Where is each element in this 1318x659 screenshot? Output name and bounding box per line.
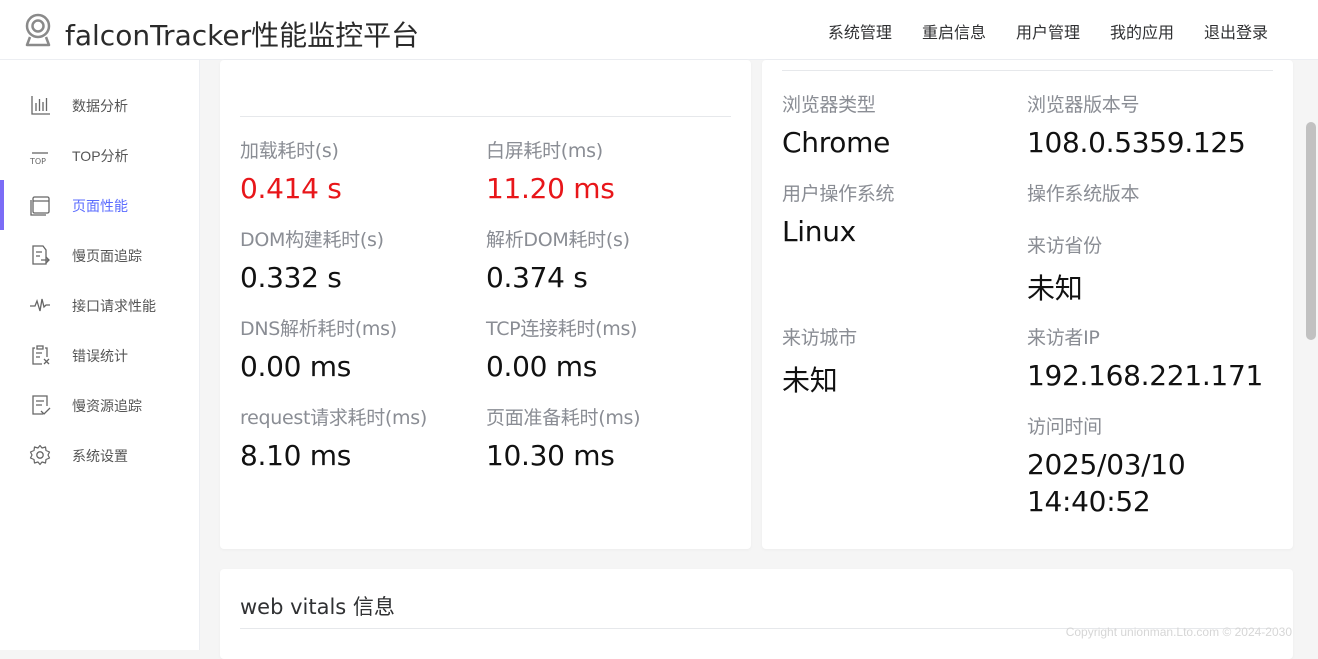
web-vitals-title: web vitals 信息 <box>240 595 395 619</box>
info-value-city: 未知 <box>782 364 838 397</box>
info-label-city: 来访城市 <box>782 327 857 349</box>
info-value-province: 未知 <box>1027 272 1083 305</box>
sidebar-item-label: 错误统计 <box>72 348 128 364</box>
sidebar: 数据分析 TOP TOP分析 页面性能 慢页面追踪 接口请求性能 错误统计 慢资… <box>0 60 200 650</box>
nav-user-management[interactable]: 用户管理 <box>1016 19 1080 43</box>
metric-label-tcp: TCP连接耗时(ms) <box>486 318 638 340</box>
active-indicator <box>0 180 4 230</box>
metric-value-dns: 0.00 ms <box>240 350 352 383</box>
metric-label-dom-parse: 解析DOM耗时(s) <box>486 229 630 251</box>
info-value-browser: Chrome <box>782 126 891 159</box>
sidebar-item-label: 页面性能 <box>72 198 128 214</box>
client-info-card: 浏览器类型 Chrome 浏览器版本号 108.0.5359.125 用户操作系… <box>762 60 1293 549</box>
sidebar-item-label: 系统设置 <box>72 448 128 464</box>
info-label-province: 来访省份 <box>1027 235 1102 257</box>
metric-value-tcp: 0.00 ms <box>486 350 598 383</box>
info-value-ip: 192.168.221.171 <box>1027 359 1263 392</box>
metric-value-request: 8.10 ms <box>240 439 352 472</box>
info-label-os-version: 操作系统版本 <box>1027 183 1140 205</box>
sidebar-item-top-analysis[interactable]: TOP TOP分析 <box>0 130 200 180</box>
sidebar-item-label: TOP分析 <box>72 148 129 164</box>
sidebar-item-error-stats[interactable]: 错误统计 <box>0 330 200 380</box>
page-icon <box>30 196 50 216</box>
card-divider <box>240 116 731 117</box>
metric-label-request: request请求耗时(ms) <box>240 407 427 429</box>
sidebar-item-label: 数据分析 <box>72 98 128 114</box>
sidebar-item-slow-page[interactable]: 慢页面追踪 <box>0 230 200 280</box>
info-value-visit-time: 14:40:52 <box>1027 485 1151 518</box>
copyright-text: Copyright unionman.Lto.com © 2024-2030 <box>1065 625 1292 639</box>
pulse-icon <box>30 298 50 312</box>
nav-my-apps[interactable]: 我的应用 <box>1110 19 1174 43</box>
metric-label-load: 加载耗时(s) <box>240 140 339 162</box>
info-label-ip: 来访者IP <box>1027 327 1100 349</box>
nav-logout[interactable]: 退出登录 <box>1204 19 1268 43</box>
sidebar-item-slow-resource[interactable]: 慢资源追踪 <box>0 380 200 430</box>
metric-value-white-screen: 11.20 ms <box>486 172 615 205</box>
page-track-icon <box>32 245 50 265</box>
info-label-browser-version: 浏览器版本号 <box>1027 94 1140 116</box>
sidebar-item-data-analysis[interactable]: 数据分析 <box>0 80 200 130</box>
sidebar-item-label: 接口请求性能 <box>72 298 156 314</box>
sidebar-item-label: 慢资源追踪 <box>72 398 142 414</box>
top-header: falconTracker性能监控平台 系统管理 重启信息 用户管理 我的应用 … <box>0 0 1318 60</box>
info-value-browser-version: 108.0.5359.125 <box>1027 126 1246 159</box>
resource-check-icon <box>32 395 51 415</box>
app-title: falconTracker性能监控平台 <box>65 19 420 52</box>
scrollbar-thumb[interactable] <box>1306 122 1316 340</box>
metric-label-page-ready: 页面准备耗时(ms) <box>486 407 641 429</box>
camera-logo-icon <box>25 13 51 47</box>
performance-metrics-card: 加载耗时(s) 0.414 s 白屏耗时(ms) 11.20 ms DOM构建耗… <box>220 60 751 549</box>
sidebar-item-system-settings[interactable]: 系统设置 <box>0 430 200 480</box>
sidebar-item-label: 慢页面追踪 <box>72 248 142 264</box>
info-label-os: 用户操作系统 <box>782 183 895 205</box>
metric-label-dns: DNS解析耗时(ms) <box>240 318 397 340</box>
metric-label-dom-build: DOM构建耗时(s) <box>240 229 384 251</box>
info-value-visit-date: 2025/03/10 <box>1027 448 1186 481</box>
gear-icon <box>29 444 51 466</box>
top-icon: TOP <box>29 152 48 166</box>
info-label-visit-time: 访问时间 <box>1027 416 1102 438</box>
nav-system-management[interactable]: 系统管理 <box>828 19 892 43</box>
card-divider <box>782 70 1273 71</box>
metric-value-page-ready: 10.30 ms <box>486 439 615 472</box>
metric-value-dom-parse: 0.374 s <box>486 261 588 294</box>
svg-text:TOP: TOP <box>29 157 46 166</box>
info-label-browser: 浏览器类型 <box>782 94 876 116</box>
nav-restart-info[interactable]: 重启信息 <box>922 19 986 43</box>
metric-label-white-screen: 白屏耗时(ms) <box>486 140 603 162</box>
page-scrollbar[interactable] <box>1303 60 1318 650</box>
error-list-icon <box>32 345 50 365</box>
web-vitals-card: web vitals 信息 <box>220 569 1293 659</box>
metric-value-load: 0.414 s <box>240 172 342 205</box>
bar-chart-icon <box>31 96 50 115</box>
top-nav: 系统管理 重启信息 用户管理 我的应用 退出登录 <box>828 19 1268 43</box>
sidebar-item-page-performance[interactable]: 页面性能 <box>0 180 200 230</box>
info-value-os: Linux <box>782 215 856 248</box>
metric-value-dom-build: 0.332 s <box>240 261 342 294</box>
sidebar-item-api-performance[interactable]: 接口请求性能 <box>0 280 200 330</box>
